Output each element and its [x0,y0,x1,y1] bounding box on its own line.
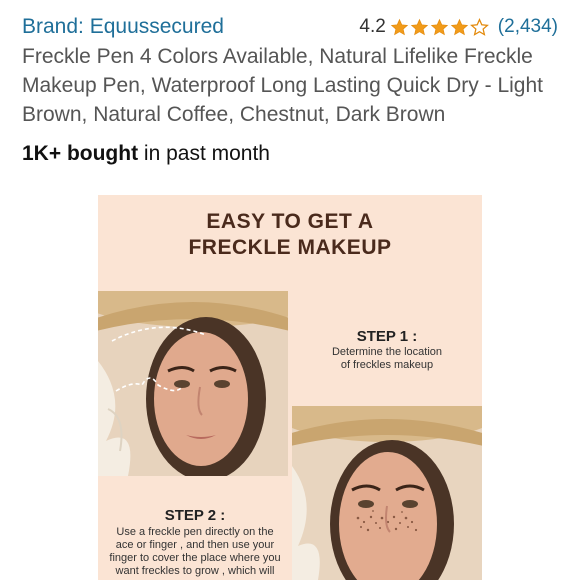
step2-desc-line: want freckles to grow , which will [115,565,275,577]
star-full-icon [390,18,408,35]
step1-desc-line: of freckles makeup [340,359,434,371]
image-headline-line1: EASY TO GET A [206,210,374,233]
step2-desc-line: finger to cover the place where you [109,552,281,564]
rating-count-link[interactable]: (2,434) [498,16,558,38]
product-title: Freckle Pen 4 Colors Available, Natural … [22,45,543,126]
star-rating[interactable] [390,17,490,37]
step2-desc-line: Use a freckle pen directly on the [116,526,274,538]
bought-period: in past month [138,142,270,165]
model-photo-step2 [292,406,482,580]
star-full-icon [410,18,428,35]
rating-summary[interactable]: 4.2 (2,434) [359,12,558,42]
star-empty-icon [469,17,489,36]
product-header: Brand: Equussecured 4.2 (2,434) [22,12,560,42]
star-full-icon [430,18,448,35]
brand-link[interactable]: Brand: Equussecured [22,12,224,42]
step1-desc-line: Determine the location [331,346,443,358]
bought-count: 1K+ bought [22,142,139,165]
step2-description: Use a freckle pen directly on the ace or… [102,526,288,578]
step2-desc-line: ace or finger , and then use your [115,539,275,551]
step1-title: STEP 1 : [356,328,418,345]
step1-description: Determine the location of freckles makeu… [310,346,464,372]
product-image[interactable]: EASY TO GET A FRECKLE MAKEUP STEP 1 : De… [98,195,482,580]
star-full-icon [450,18,468,35]
image-headline-line2: FRECKLE MAKEUP [188,236,392,259]
image-headline: EASY TO GET A FRECKLE MAKEUP [98,209,482,261]
rating-value: 4.2 [359,16,386,37]
model-photo-step1 [98,291,288,476]
purchase-stats: 1K+ bought in past month [22,140,270,168]
step2-title: STEP 2 : [164,507,226,524]
